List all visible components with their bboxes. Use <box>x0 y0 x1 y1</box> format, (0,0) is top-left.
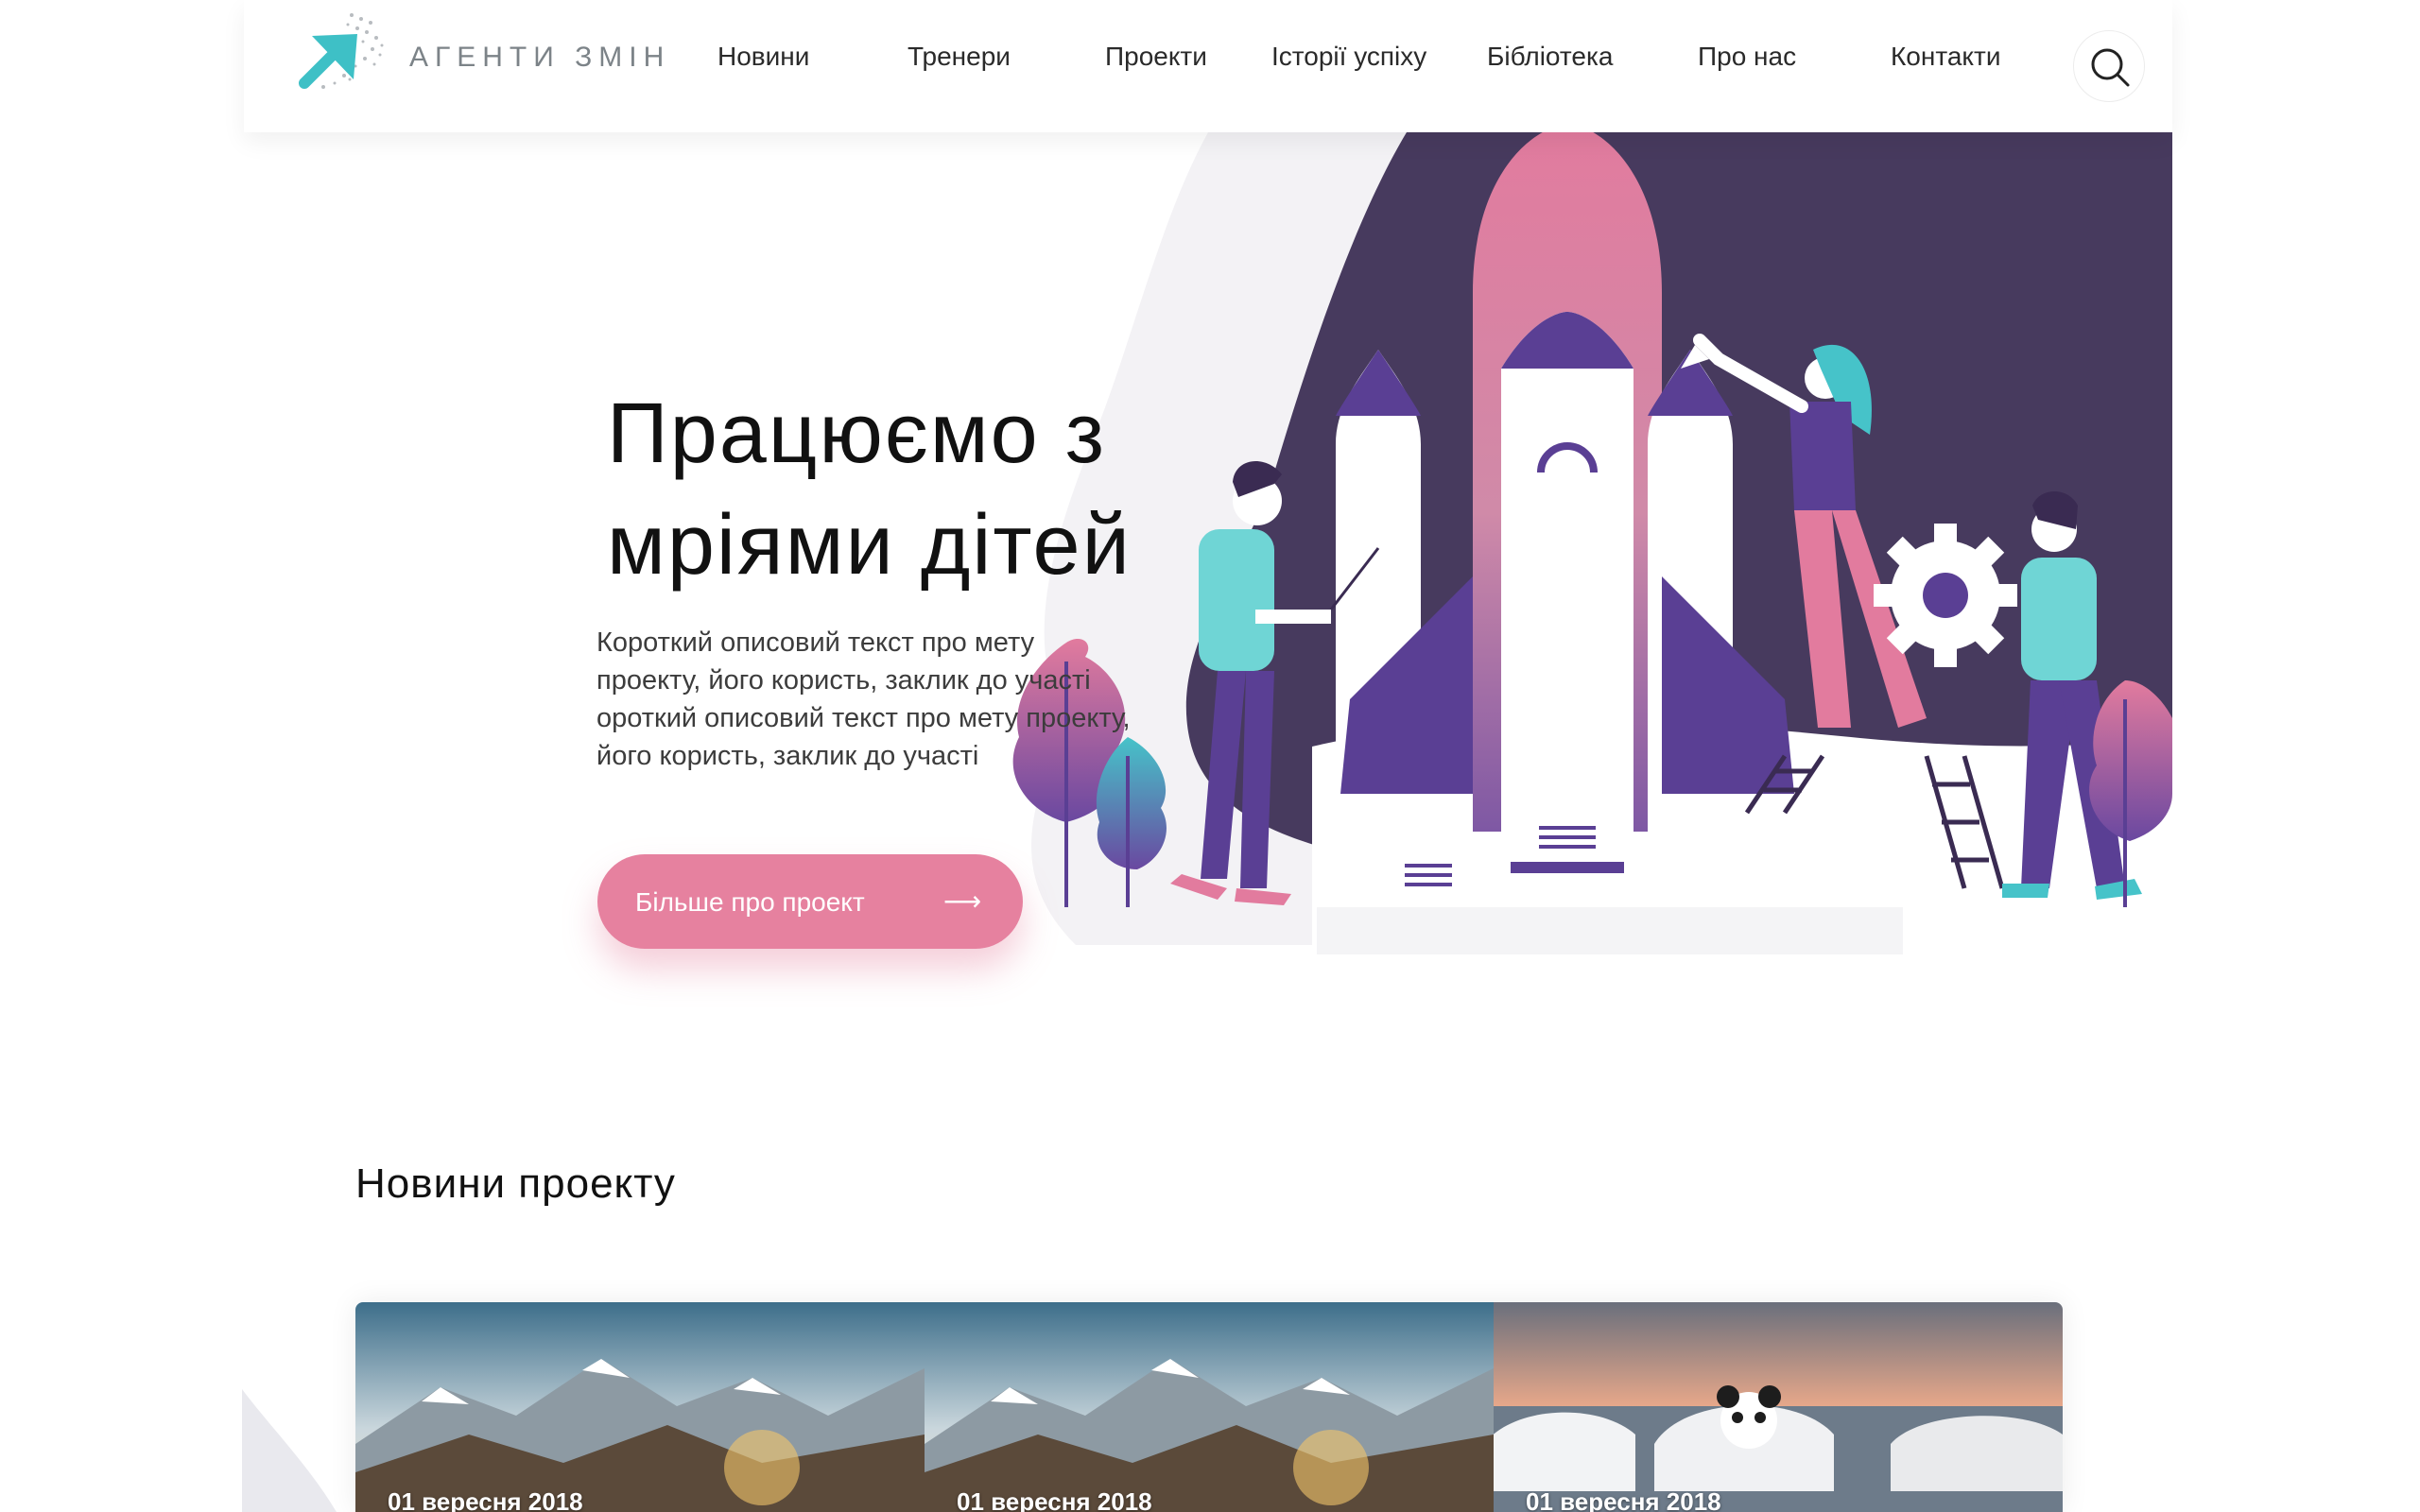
nav-item-news[interactable]: Новини <box>717 42 809 72</box>
card-date: 01 вересня 2018 <box>1526 1487 1721 1512</box>
card-date: 01 вересня 2018 <box>957 1487 1152 1512</box>
card-date: 01 вересня 2018 <box>388 1487 583 1512</box>
hero-illustration <box>1012 132 2172 954</box>
hero-text-line-4: його користь, заклик до участі <box>596 741 979 771</box>
card-image-mountains <box>355 1302 925 1512</box>
logo-text: АГЕНТИ ЗМІН <box>409 42 671 73</box>
hero-section: Працюємо з мріями дітей Короткий описови… <box>244 132 2172 964</box>
news-cards: 01 вересня 2018 01 вересня 2018 01 верес… <box>355 1302 2063 1512</box>
nav-item-trainers[interactable]: Тренери <box>908 42 1011 72</box>
cta-label: Більше про проект <box>635 887 865 917</box>
more-about-project-button[interactable]: Більше про проект ⟶ <box>597 854 1023 949</box>
hero-title-line-2: мріями дітей <box>607 498 1132 593</box>
news-card[interactable]: 01 вересня 2018 <box>925 1302 1494 1512</box>
news-card[interactable]: 01 вересня 2018 <box>1494 1302 2063 1512</box>
hero-text-line-3: ороткий описовий текст про мету проекту, <box>596 703 1131 733</box>
hero-text-line-2: проекту, його користь, заклик до участі <box>596 665 1091 696</box>
news-card[interactable]: 01 вересня 2018 <box>355 1302 925 1512</box>
nav-item-contacts[interactable]: Контакти <box>1891 42 2000 72</box>
search-icon <box>2091 48 2130 87</box>
search-button[interactable] <box>2073 30 2145 102</box>
arrow-right-icon: ⟶ <box>943 886 982 916</box>
nav-item-projects[interactable]: Проекти <box>1105 42 1207 72</box>
hero-text-line-1: Короткий описовий текст про мету <box>596 627 1035 658</box>
hero-title-line-1: Працюємо з <box>607 387 1106 481</box>
nav-item-success-stories[interactable]: Історії успіху <box>1271 42 1426 72</box>
news-section-title: Новини проекту <box>355 1160 676 1207</box>
logo[interactable]: АГЕНТИ ЗМІН <box>291 9 669 94</box>
site-header: АГЕНТИ ЗМІН Новини Тренери Проекти Істор… <box>244 0 2172 132</box>
hero-title: Працюємо з мріями дітей <box>607 378 1132 601</box>
card-image-cars-panda <box>1494 1302 2063 1512</box>
card-image-mountains <box>925 1302 1494 1512</box>
nav-item-library[interactable]: Бібліотека <box>1487 42 1613 72</box>
decorative-corner-shape <box>242 1389 337 1512</box>
hero-description: Короткий описовий текст про мету проекту… <box>596 624 1239 775</box>
nav-item-about[interactable]: Про нас <box>1698 42 1796 72</box>
logo-arrow-icon <box>299 13 384 89</box>
